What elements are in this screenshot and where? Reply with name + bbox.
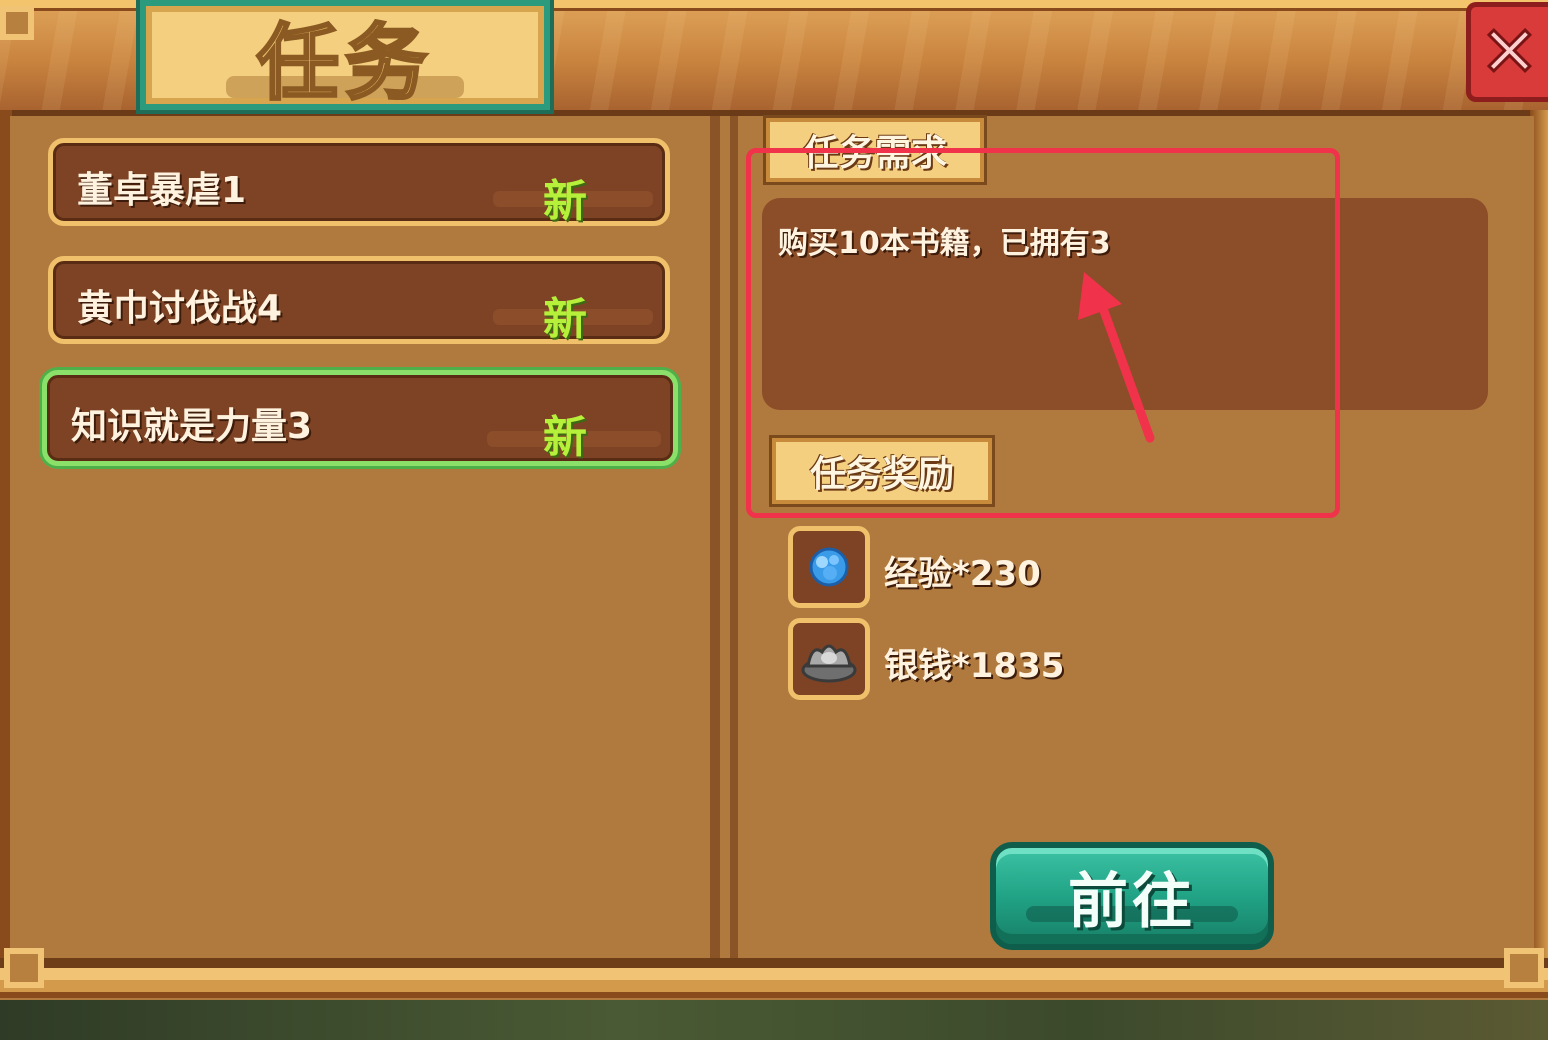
reward-slot-experience[interactable] <box>788 526 870 608</box>
reward-experience-label: 经验*230 <box>884 554 1041 594</box>
quest-name: 董卓暴虐1 <box>77 170 247 211</box>
window-title: 任务 <box>255 13 433 112</box>
title-plate: 任务 <box>140 0 550 112</box>
quest-window: 任务 ✕ 董卓暴虐1 新 黄巾讨伐战4 新 知识就是力量3 新 任务需求 购买1… <box>0 0 1548 1000</box>
annotation-highlight-box <box>746 148 1340 518</box>
frame-corner-ornament <box>4 948 44 988</box>
quest-name: 知识就是力量3 <box>71 406 313 447</box>
quest-name: 黄巾讨伐战4 <box>77 288 283 329</box>
reward-silver-label: 银钱*1835 <box>884 646 1065 686</box>
frame-bottom-rail <box>0 958 1548 998</box>
frame-corner-ornament <box>1504 948 1544 988</box>
quest-list-item-3-selected[interactable]: 知识就是力量3 新 <box>42 370 678 466</box>
quest-list-item-2[interactable]: 黄巾讨伐战4 新 <box>48 256 670 345</box>
go-button[interactable]: 前往 <box>990 842 1274 950</box>
quest-list-panel <box>10 116 720 958</box>
reward-slot-silver[interactable] <box>788 618 870 700</box>
close-icon: ✕ <box>1479 11 1541 93</box>
new-badge: 新 <box>543 412 587 463</box>
annotation-arrow-icon <box>1078 272 1155 443</box>
silver-ingot-icon <box>801 644 857 683</box>
experience-crystal-icon <box>809 547 849 587</box>
new-badge: 新 <box>543 294 587 345</box>
new-badge: 新 <box>543 176 587 227</box>
close-button[interactable]: ✕ <box>1466 2 1548 102</box>
quest-list-item-1[interactable]: 董卓暴虐1 新 <box>48 138 670 227</box>
frame-corner-ornament <box>0 6 34 40</box>
